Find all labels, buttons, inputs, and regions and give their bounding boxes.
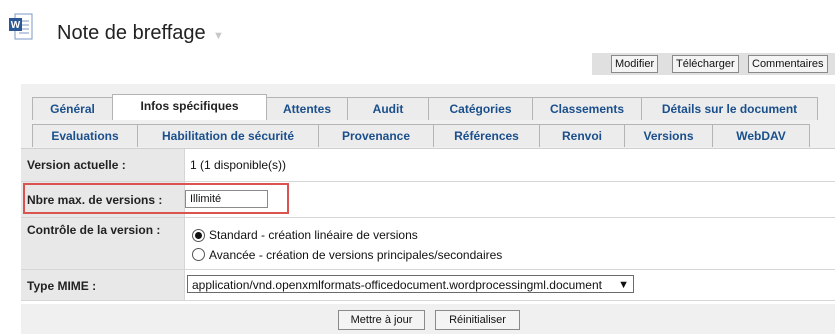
radio-advanced-label: Avancée - création de versions principal… bbox=[209, 248, 503, 262]
reset-button[interactable]: Réinitialiser bbox=[435, 310, 520, 330]
form-row-mime-type: Type MIME : application/vnd.openxmlforma… bbox=[21, 270, 835, 301]
highlight-box bbox=[23, 183, 289, 214]
chevron-down-icon[interactable]: ▼ bbox=[213, 30, 224, 42]
download-button[interactable]: Télécharger bbox=[672, 55, 739, 73]
current-version-label: Version actuelle : bbox=[21, 149, 185, 181]
version-control-label: Contrôle de la version : bbox=[21, 218, 185, 269]
tab-audit[interactable]: Audit bbox=[347, 97, 429, 120]
form-row-version-control: Contrôle de la version : Standard - créa… bbox=[21, 218, 835, 270]
form-row-current-version: Version actuelle : 1 (1 disponible(s)) bbox=[21, 149, 835, 182]
version-form: Version actuelle : 1 (1 disponible(s)) N… bbox=[21, 148, 835, 304]
chevron-down-icon: ▼ bbox=[618, 279, 629, 291]
modify-button[interactable]: Modifier bbox=[611, 55, 659, 73]
mime-type-value: application/vnd.openxmlformats-officedoc… bbox=[192, 278, 602, 292]
tab-classements[interactable]: Classements bbox=[532, 97, 642, 120]
page-title: Note de breffage bbox=[57, 22, 206, 44]
svg-text:W: W bbox=[11, 20, 21, 31]
comments-button[interactable]: Commentaires bbox=[748, 55, 828, 73]
tab-evaluations[interactable]: Evaluations bbox=[32, 124, 138, 147]
tab-details-document[interactable]: Détails sur le document bbox=[641, 97, 818, 120]
tab-renvoi[interactable]: Renvoi bbox=[539, 124, 625, 147]
radio-advanced[interactable] bbox=[192, 248, 205, 261]
word-document-icon: W bbox=[8, 13, 34, 41]
tab-habilitation-securite[interactable]: Habilitation de sécurité bbox=[137, 124, 319, 147]
tab-webdav[interactable]: WebDAV bbox=[712, 124, 810, 147]
tab-attentes[interactable]: Attentes bbox=[266, 97, 348, 120]
tab-general[interactable]: Général bbox=[32, 97, 113, 120]
current-version-value: 1 (1 disponible(s)) bbox=[190, 158, 287, 172]
update-button[interactable]: Mettre à jour bbox=[338, 310, 425, 330]
mime-type-select[interactable]: application/vnd.openxmlformats-officedoc… bbox=[187, 275, 634, 293]
radio-standard[interactable] bbox=[192, 229, 205, 242]
mime-type-label: Type MIME : bbox=[21, 270, 185, 300]
action-toolbar: Modifier Télécharger Commentaires bbox=[592, 53, 835, 75]
tab-references[interactable]: Références bbox=[433, 124, 540, 147]
tab-categories[interactable]: Catégories bbox=[428, 97, 533, 120]
tab-infos-specifiques[interactable]: Infos spécifiques bbox=[112, 94, 267, 120]
tab-versions[interactable]: Versions bbox=[624, 124, 713, 147]
tab-provenance[interactable]: Provenance bbox=[318, 124, 434, 147]
radio-standard-label: Standard - création linéaire de versions bbox=[209, 228, 418, 242]
